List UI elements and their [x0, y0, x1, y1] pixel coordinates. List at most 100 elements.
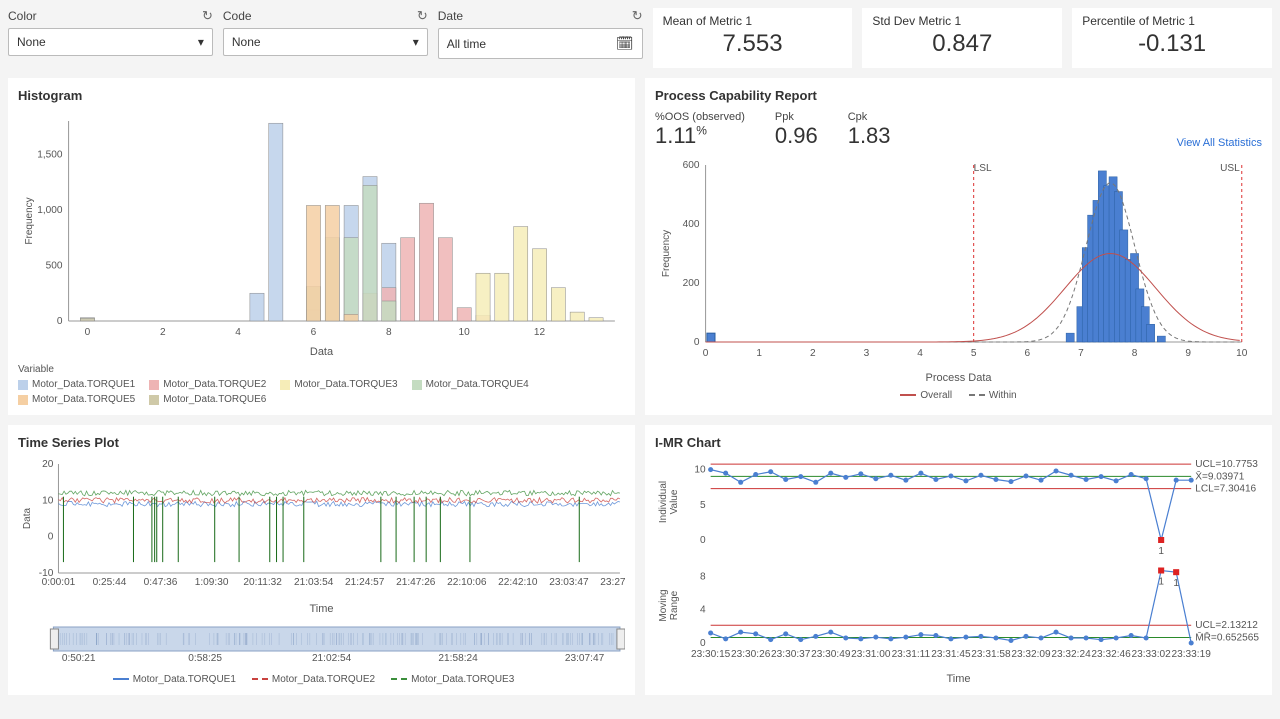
histogram-xlabel: Data — [18, 346, 625, 358]
histogram-legend-title: Variable — [18, 364, 625, 375]
svg-text:1: 1 — [1158, 577, 1164, 588]
histogram-legend: Motor_Data.TORQUE1Motor_Data.TORQUE2Moto… — [18, 379, 625, 405]
pcr-ppk-value: 0.96 — [775, 123, 818, 149]
svg-text:500: 500 — [46, 260, 63, 271]
histogram-title: Histogram — [18, 88, 625, 103]
svg-text:10: 10 — [1236, 348, 1248, 359]
svg-text:0: 0 — [700, 638, 706, 649]
histogram-chart: 05001,0001,500Frequency024681012 — [18, 111, 625, 341]
svg-text:1,500: 1,500 — [37, 149, 63, 160]
legend-item: Motor_Data.TORQUE4 — [412, 379, 529, 390]
svg-text:23:31:00: 23:31:00 — [851, 649, 891, 660]
tsp-title: Time Series Plot — [18, 435, 625, 450]
svg-text:23:30:15: 23:30:15 — [691, 649, 731, 660]
kpi-stddev-value: 0.847 — [872, 30, 1052, 58]
pcr-panel: Process Capability Report %OOS (observed… — [645, 78, 1272, 415]
filter-code: Code ↻ None ▾ — [223, 8, 428, 68]
pcr-oos-value: 1.11% — [655, 123, 745, 149]
tsp-chart: -1001020Data0:00:010:25:440:47:361:09:30… — [18, 458, 625, 598]
view-all-statistics-link[interactable]: View All Statistics — [1177, 137, 1262, 149]
svg-text:M̄R̄=0.652565: M̄R̄=0.652565 — [1195, 631, 1259, 643]
svg-text:22:10:06: 22:10:06 — [447, 577, 487, 588]
svg-text:9: 9 — [1185, 348, 1191, 359]
svg-text:Frequency: Frequency — [24, 197, 35, 244]
filter-code-label: Code — [223, 9, 252, 23]
svg-text:3: 3 — [864, 348, 870, 359]
svg-text:0: 0 — [85, 327, 91, 338]
svg-text:6: 6 — [311, 327, 317, 338]
svg-text:21:24:57: 21:24:57 — [345, 577, 385, 588]
svg-text:0:50:21: 0:50:21 — [62, 653, 96, 663]
svg-text:600: 600 — [683, 160, 700, 171]
filters-bar: Color ↻ None ▾ Code ↻ None ▾ Date ↻ — [8, 8, 643, 68]
code-select-value: None — [232, 35, 261, 49]
kpi-mean-label: Mean of Metric 1 — [663, 14, 843, 28]
chevron-down-icon: ▾ — [198, 35, 204, 49]
kpi-stddev: Std Dev Metric 1 0.847 — [862, 8, 1062, 68]
imr-chart: 0510IndividualValueUCL=10.7753X̄=9.03971… — [655, 458, 1262, 668]
refresh-icon[interactable]: ↻ — [202, 8, 213, 24]
svg-text:23:30:26: 23:30:26 — [731, 649, 771, 660]
svg-text:1: 1 — [756, 348, 762, 359]
chevron-down-icon: ▾ — [413, 35, 419, 49]
svg-text:Data: Data — [22, 508, 33, 530]
pcr-cpk-label: Cpk — [848, 111, 891, 123]
svg-text:UCL=2.13212: UCL=2.13212 — [1195, 620, 1258, 631]
legend-item: Motor_Data.TORQUE5 — [18, 394, 135, 405]
svg-text:USL: USL — [1220, 163, 1240, 174]
tsp-scrubber[interactable]: 0:50:210:58:2521:02:5421:58:2423:07:47 — [18, 623, 625, 663]
pcr-legend-overall: Overall — [920, 390, 952, 401]
code-select[interactable]: None ▾ — [223, 28, 428, 56]
filter-color: Color ↻ None ▾ — [8, 8, 213, 68]
svg-text:4: 4 — [235, 327, 241, 338]
svg-text:0:47:36: 0:47:36 — [144, 577, 178, 588]
pcr-xlabel: Process Data — [655, 372, 1262, 384]
svg-text:10: 10 — [459, 327, 471, 338]
pcr-ppk-label: Ppk — [775, 111, 818, 123]
svg-text:UCL=10.7753: UCL=10.7753 — [1195, 459, 1258, 470]
svg-text:23:27:39: 23:27:39 — [600, 577, 625, 588]
svg-text:23:07:47: 23:07:47 — [565, 653, 605, 663]
svg-text:1:09:30: 1:09:30 — [195, 577, 229, 588]
pcr-legend-within: Within — [989, 390, 1017, 401]
kpi-mean: Mean of Metric 1 7.553 — [653, 8, 853, 68]
calendar-icon: 🗓 — [616, 35, 634, 52]
svg-text:200: 200 — [683, 278, 700, 289]
refresh-icon[interactable]: ↻ — [417, 8, 428, 24]
pcr-title: Process Capability Report — [655, 88, 1262, 103]
legend-item: Motor_Data.TORQUE6 — [149, 394, 266, 405]
svg-text:LCL=7.30416: LCL=7.30416 — [1195, 484, 1256, 495]
svg-text:1: 1 — [1173, 578, 1179, 589]
svg-text:5: 5 — [700, 500, 706, 511]
filter-date: Date ↻ All time 🗓 — [438, 8, 643, 68]
svg-text:20:11:32: 20:11:32 — [243, 577, 282, 588]
kpi-percentile: Percentile of Metric 1 -0.131 — [1072, 8, 1272, 68]
svg-text:2: 2 — [810, 348, 816, 359]
pcr-oos-label: %OOS (observed) — [655, 111, 745, 123]
tsp-xlabel: Time — [18, 603, 625, 615]
svg-text:0:00:01: 0:00:01 — [42, 577, 76, 588]
svg-text:23:30:37: 23:30:37 — [771, 649, 811, 660]
svg-text:0: 0 — [694, 337, 700, 348]
svg-text:22:42:10: 22:42:10 — [498, 577, 538, 588]
legend-item: Motor_Data.TORQUE3 — [280, 379, 397, 390]
imr-xlabel: Time — [655, 673, 1262, 685]
tsp-legend: Motor_Data.TORQUE1Motor_Data.TORQUE2Moto… — [18, 672, 625, 685]
svg-text:0:58:25: 0:58:25 — [188, 653, 222, 663]
refresh-icon[interactable]: ↻ — [632, 8, 643, 24]
svg-text:1: 1 — [1158, 546, 1164, 557]
svg-text:23:32:09: 23:32:09 — [1011, 649, 1051, 660]
svg-text:21:47:26: 21:47:26 — [396, 577, 436, 588]
svg-text:8: 8 — [1132, 348, 1138, 359]
svg-text:10: 10 — [694, 465, 706, 476]
svg-text:0:25:44: 0:25:44 — [93, 577, 127, 588]
filter-date-label: Date — [438, 9, 463, 23]
kpi-percentile-value: -0.131 — [1082, 30, 1262, 58]
tsp-panel: Time Series Plot -1001020Data0:00:010:25… — [8, 425, 635, 695]
svg-text:23:32:46: 23:32:46 — [1091, 649, 1131, 660]
svg-text:4: 4 — [700, 605, 706, 616]
date-select[interactable]: All time 🗓 — [438, 28, 643, 59]
color-select-value: None — [17, 35, 46, 49]
color-select[interactable]: None ▾ — [8, 28, 213, 56]
svg-text:Frequency: Frequency — [661, 230, 672, 277]
